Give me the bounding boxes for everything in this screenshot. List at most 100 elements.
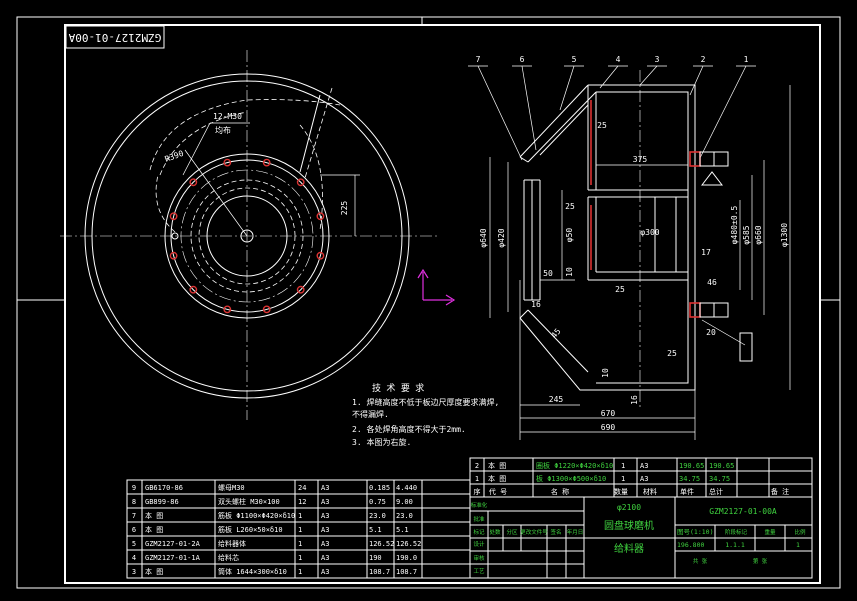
bom-cell-code: GB899-86 [145, 498, 179, 506]
title-label: 标记 [473, 528, 485, 536]
title-header-cell: 数量 [614, 487, 628, 496]
title-label: 处数 [489, 528, 501, 536]
title-block: 2 本 图 圈板 Φ1220×Φ420×δ10 1 A3 190.65 190.65 1 本 图… [469, 457, 813, 579]
bom-cell-mat: A3 [321, 512, 329, 520]
title-upper-cell: 190.65 [709, 462, 734, 470]
title-upper-cell: 圈板 Φ1220×Φ420×δ10 [536, 461, 613, 470]
bom-cell-total: 190.0 [396, 554, 417, 562]
dim-d480: φ480±0.5 [730, 206, 739, 245]
title-label: 更改文件号 [520, 528, 548, 536]
bom-cell-code: GZM2127-01-2A [145, 540, 201, 548]
title-project: φ2100 [617, 503, 641, 512]
bom-cell-qty: 24 [298, 484, 306, 492]
dim-w375: 375 [633, 155, 648, 164]
bolt-uniform-note: 均布 [215, 125, 231, 135]
title-upper-cell: 34.75 [679, 475, 700, 483]
title-label: 年月日 [567, 528, 584, 536]
title-label: 比例 [794, 528, 806, 536]
bom-cell-unit: 190 [369, 554, 382, 562]
tech-req-title: 技 术 要 求 [372, 382, 424, 394]
title-one: 1 [796, 541, 800, 549]
bom-cell-qty: 1 [298, 554, 302, 562]
bom-cell-code: 本 图 [145, 525, 163, 534]
bom-cell-name: 双头螺柱 M30×100 [218, 497, 280, 506]
title-machine: 圆盘球磨机 [604, 519, 654, 532]
part-ref-3: 3 [655, 55, 660, 64]
bom-cell-code: 本 图 [145, 567, 163, 576]
title-header-cell: 总计 [709, 487, 723, 496]
bom-cell-unit: 108.7 [369, 568, 390, 576]
bom-cell-no: 3 [132, 568, 136, 576]
title-upper-cell: A3 [640, 475, 648, 483]
cad-drawing: GZM2127-01-00A 12-M30 均布 R390 225 7 6 5 … [16, 16, 841, 589]
dim-a45: 45 [550, 327, 563, 340]
bom-cell-qty: 1 [298, 526, 302, 534]
title-upper-cell: 1 [621, 462, 625, 470]
part-ref-6: 6 [520, 55, 525, 64]
bom-cell-name: 给料芯 [218, 553, 239, 562]
bom-cell-name: 给料器体 [218, 539, 246, 548]
rotated-code-box: GZM2127-01-00A [65, 25, 165, 49]
dim-d50: φ50 [565, 228, 574, 243]
part-ref-5: 5 [572, 55, 577, 64]
dim-w690: 690 [601, 423, 616, 432]
title-label: 批准 [473, 515, 485, 523]
dim-t17: 17 [701, 248, 711, 257]
tech-req-line-3: 2. 各处焊角高度不得大于2mm. [352, 424, 466, 434]
bom-cell-no: 8 [132, 498, 136, 506]
bom-cell-no: 5 [132, 540, 136, 548]
part-ref-4: 4 [616, 55, 621, 64]
bom-cell-mat: A3 [321, 526, 329, 534]
tech-req-line-1: 1. 焊缝高度不低于板边尺厚度要求满焊, [352, 397, 499, 407]
dim-t25a: 25 [597, 121, 607, 130]
title-label: 重量 [764, 528, 776, 536]
bom-cell-mat: A3 [321, 554, 329, 562]
title-upper-cell: 2 [475, 462, 479, 470]
title-upper-cell: 板 Φ1300×Φ500×δ10 [536, 474, 606, 483]
bom-cell-total: 9.00 [396, 498, 413, 506]
bom-cell-unit: 0.75 [369, 498, 386, 506]
dim-d300: φ300 [640, 228, 659, 237]
tech-req-line-4: 3. 本图为右旋. [352, 437, 411, 447]
part-ref-1: 1 [744, 55, 749, 64]
title-header-cell: 单件 [680, 487, 694, 496]
dim-d585: φ585 [742, 225, 751, 244]
dim-d1300: φ1300 [780, 223, 789, 247]
title-label: 审核 [473, 554, 485, 562]
bom-cell-mat: A3 [321, 498, 329, 506]
bom-cell-unit: 126.52 [369, 540, 394, 548]
bom-cell-no: 4 [132, 554, 136, 562]
bom-cell-unit: 0.185 [369, 484, 390, 492]
dim-d640: φ640 [479, 228, 488, 247]
bom-cell-code: GZM2127-01-1A [145, 554, 201, 562]
title-label: 共 张 [693, 557, 708, 565]
title-label: 第 张 [753, 557, 768, 565]
title-scale-label: 图号(1:10) [677, 528, 713, 536]
bom-cell-qty: 1 [298, 540, 302, 548]
bom-cell-name: 筒体 1644×300×δ10 [218, 567, 287, 576]
title-header-cell: 序 [474, 487, 481, 496]
title-label: 设计 [473, 540, 485, 548]
dim-w670: 670 [601, 409, 616, 418]
dim-w50: 50 [543, 269, 553, 278]
title-header-cell: 材料 [643, 487, 657, 496]
technical-requirements: 技 术 要 求 1. 焊缝高度不低于板边尺厚度要求满焊, 不得漏焊. 2. 各处… [352, 382, 499, 447]
radius-label: R390 [164, 149, 185, 164]
rotated-code: GZM2127-01-00A [68, 31, 161, 44]
title-sheet: 1.1.1 [725, 541, 745, 549]
bom-cell-unit: 5.1 [369, 526, 382, 534]
dim-t16b: 16 [630, 395, 639, 405]
dim-t10a: 10 [565, 267, 574, 277]
bom-cell-mat: A3 [321, 540, 329, 548]
bom-cell-total: 126.52 [396, 540, 421, 548]
title-label: 标准化 [471, 501, 488, 509]
dim-225: 225 [340, 201, 349, 216]
title-header-cell: 代 号 [489, 487, 507, 496]
title-upper-cell: A3 [640, 462, 648, 470]
bom-cell-qty: 12 [298, 498, 306, 506]
title-header-cell: 备 注 [771, 487, 789, 496]
dim-d660: φ660 [754, 225, 763, 244]
dim-d420: φ420 [497, 228, 506, 247]
bom-cell-qty: 1 [298, 512, 302, 520]
dim-t20: 20 [706, 328, 716, 337]
